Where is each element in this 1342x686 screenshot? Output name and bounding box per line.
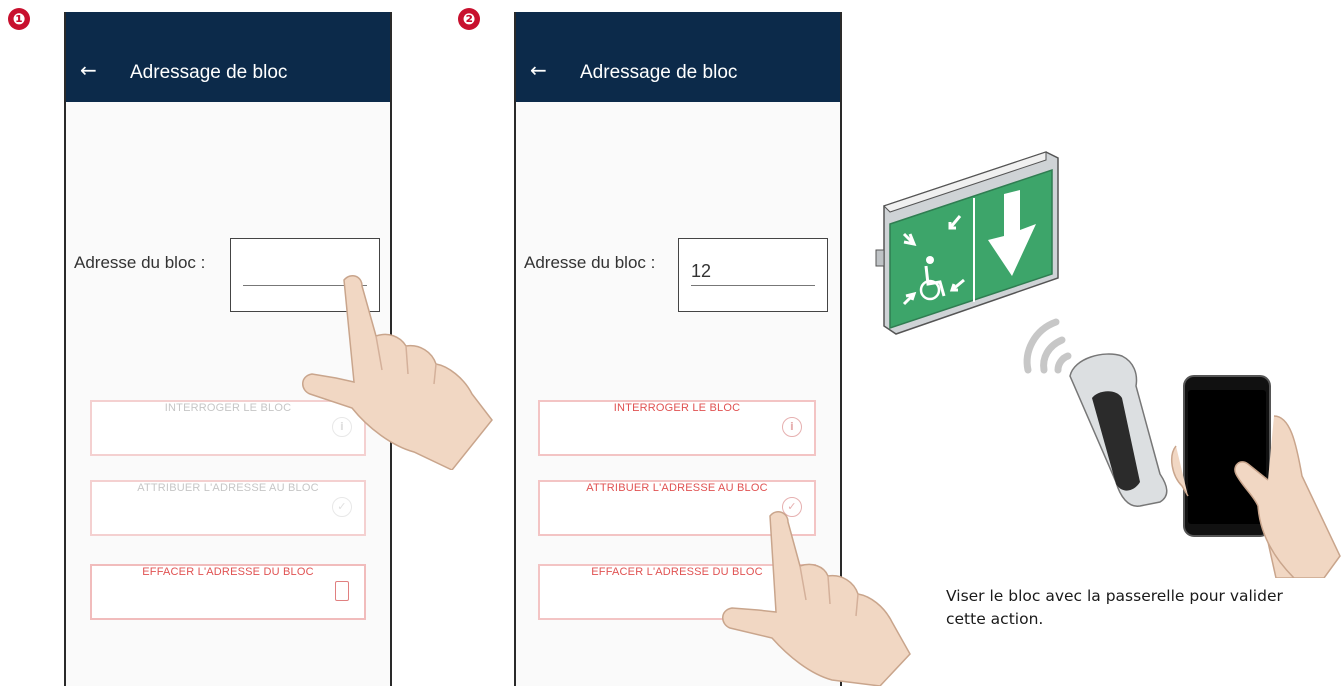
- assign-address-label: ATTRIBUER L'ADRESSE AU BLOC: [137, 482, 319, 494]
- app-bar: ← Adressage de bloc: [516, 12, 840, 102]
- query-block-button[interactable]: INTERROGER LE BLOC i: [538, 400, 816, 456]
- instruction-caption: Viser le bloc avec la passerelle pour va…: [946, 587, 1283, 628]
- gateway-and-smartphone-illustration: [1069, 353, 1341, 578]
- app-title: Adressage de bloc: [580, 62, 738, 83]
- back-arrow-icon[interactable]: ←: [530, 60, 547, 80]
- step-2-badge: ❷: [458, 8, 480, 30]
- app-title: Adressage de bloc: [130, 62, 288, 83]
- hand-pointer-illustration-2: [722, 511, 911, 686]
- address-field-label: Adresse du bloc :: [74, 253, 206, 272]
- trash-icon: [335, 581, 349, 601]
- query-block-label: INTERROGER LE BLOC: [613, 402, 741, 414]
- query-block-label: INTERROGER LE BLOC: [164, 402, 292, 414]
- back-arrow-icon[interactable]: ←: [80, 60, 97, 80]
- info-icon: i: [782, 417, 802, 437]
- hand-pointer-illustration-1: [302, 275, 493, 470]
- assign-address-label: ATTRIBUER L'ADRESSE AU BLOC: [586, 482, 768, 494]
- app-bar: ← Adressage de bloc: [66, 12, 390, 102]
- step-1-badge: ❶: [8, 8, 30, 30]
- address-input[interactable]: [691, 257, 815, 286]
- address-input-box[interactable]: [678, 238, 828, 312]
- check-icon: ✓: [332, 497, 352, 517]
- clear-address-button[interactable]: EFFACER L'ADRESSE DU BLOC: [90, 564, 366, 620]
- emergency-exit-sign-illustration: [875, 151, 1059, 335]
- clear-address-label: EFFACER L'ADRESSE DU BLOC: [142, 566, 314, 578]
- address-field-label: Adresse du bloc :: [524, 253, 656, 272]
- assign-address-button[interactable]: ATTRIBUER L'ADRESSE AU BLOC ✓: [90, 480, 366, 536]
